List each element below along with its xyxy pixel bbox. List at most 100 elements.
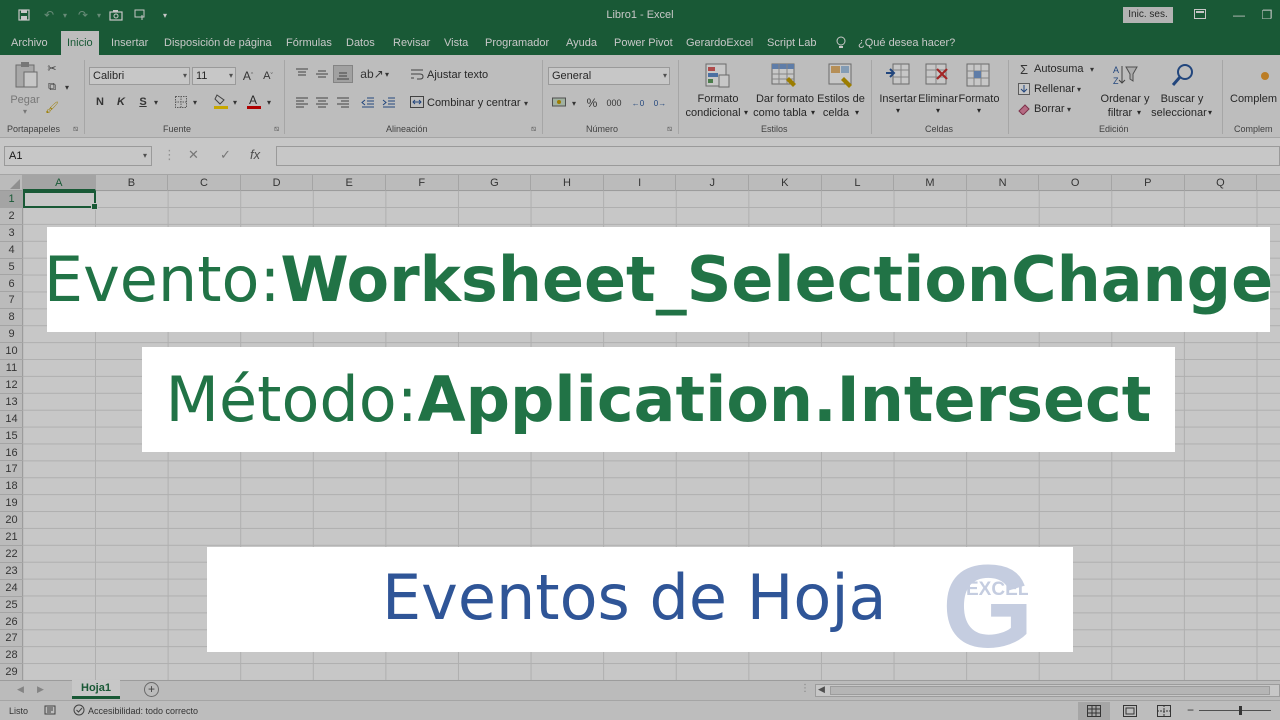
addins-button[interactable]: Complem xyxy=(1230,93,1277,105)
number-launcher-icon[interactable]: ⧅ xyxy=(667,124,672,134)
split-handle-icon[interactable]: ⋮ xyxy=(800,683,810,694)
align-top-icon[interactable] xyxy=(294,67,310,81)
row-header[interactable]: 8 xyxy=(0,309,23,327)
column-header[interactable]: G xyxy=(459,175,532,191)
row-header[interactable]: 13 xyxy=(0,394,23,411)
align-center-icon[interactable] xyxy=(314,95,330,109)
underline-button[interactable]: S xyxy=(136,94,150,110)
row-header[interactable]: 10 xyxy=(0,343,23,360)
decrease-indent-icon[interactable] xyxy=(360,95,376,109)
column-header[interactable]: H xyxy=(531,175,604,191)
conditional-format-label-2[interactable]: condicional xyxy=(683,106,743,120)
merge-dropdown-icon[interactable]: ▾ xyxy=(522,95,530,111)
format-cells-dropdown-icon[interactable]: ▾ xyxy=(974,104,984,118)
row-header[interactable]: 14 xyxy=(0,411,23,428)
align-left-icon[interactable] xyxy=(294,95,310,109)
scroll-left-icon[interactable]: ◀ xyxy=(17,684,24,695)
format-as-table-icon[interactable] xyxy=(771,63,797,89)
column-header[interactable]: K xyxy=(749,175,822,191)
row-header[interactable]: 4 xyxy=(0,242,23,259)
cancel-icon[interactable]: ✕ xyxy=(188,147,199,163)
sheet-tab-hoja1[interactable]: Hoja1 xyxy=(72,680,120,699)
zoom-slider[interactable] xyxy=(1199,706,1271,715)
tab-formulas[interactable]: Fórmulas xyxy=(286,31,332,55)
bold-button[interactable]: N xyxy=(93,94,107,110)
row-header[interactable]: 28 xyxy=(0,647,23,665)
zoom-out-icon[interactable]: − xyxy=(1187,703,1194,717)
font-name-combo[interactable]: Calibri ▾ xyxy=(89,67,190,85)
orientation-icon[interactable]: ab↗ xyxy=(360,66,383,82)
format-cells-icon[interactable] xyxy=(966,63,992,89)
normal-view-icon[interactable] xyxy=(1078,702,1110,720)
column-header[interactable]: L xyxy=(822,175,895,191)
fill-color-dropdown-icon[interactable]: ▾ xyxy=(231,94,239,110)
copy-dropdown-icon[interactable]: ▾ xyxy=(62,80,72,94)
tab-disposicion[interactable]: Disposición de página xyxy=(164,31,272,55)
row-header[interactable]: 3 xyxy=(0,225,23,242)
format-as-table-label-1[interactable]: Dar formato xyxy=(752,92,818,106)
tab-ayuda[interactable]: Ayuda xyxy=(566,31,597,55)
enter-icon[interactable]: ✓ xyxy=(220,147,231,163)
row-header[interactable]: 24 xyxy=(0,580,23,597)
conditional-format-label-1[interactable]: Formato xyxy=(685,92,751,106)
delete-cells-dropdown-icon[interactable]: ▾ xyxy=(933,104,943,118)
orientation-dropdown-icon[interactable]: ▾ xyxy=(383,66,391,82)
column-header[interactable]: M xyxy=(894,175,967,191)
row-header[interactable]: 15 xyxy=(0,428,23,445)
align-right-icon[interactable] xyxy=(335,95,351,109)
addins-icon[interactable] xyxy=(1258,69,1272,83)
italic-button[interactable]: K xyxy=(114,94,128,110)
delete-cells-icon[interactable] xyxy=(925,63,951,89)
font-color-dropdown-icon[interactable]: ▾ xyxy=(265,94,273,110)
active-cell-a1[interactable] xyxy=(23,191,98,210)
row-header[interactable]: 12 xyxy=(0,377,23,394)
find-select-icon[interactable] xyxy=(1170,63,1196,89)
underline-dropdown-icon[interactable]: ▾ xyxy=(152,94,160,110)
column-header[interactable]: O xyxy=(1039,175,1112,191)
find-select-dropdown-icon[interactable]: ▾ xyxy=(1205,106,1215,120)
name-box[interactable]: A1 ▾ xyxy=(4,146,152,166)
clear-button[interactable]: Borrar xyxy=(1034,103,1065,115)
row-header[interactable]: 16 xyxy=(0,445,23,462)
scroll-right-icon[interactable]: ▶ xyxy=(37,684,44,695)
cell-styles-dropdown-icon[interactable]: ▾ xyxy=(852,106,862,120)
column-header[interactable]: Q xyxy=(1185,175,1258,191)
select-all-corner[interactable] xyxy=(0,175,23,191)
row-header[interactable]: 9 xyxy=(0,326,23,344)
sort-filter-dropdown-icon[interactable]: ▾ xyxy=(1134,106,1144,120)
increase-indent-icon[interactable] xyxy=(381,95,397,109)
column-header[interactable]: I xyxy=(604,175,677,191)
accounting-format-icon[interactable] xyxy=(551,95,567,109)
row-header[interactable]: 7 xyxy=(0,292,23,310)
accessibility-icon[interactable] xyxy=(73,704,85,718)
wrap-text-button[interactable]: Ajustar texto xyxy=(427,69,488,81)
row-header[interactable]: 27 xyxy=(0,630,23,648)
accounting-dropdown-icon[interactable]: ▾ xyxy=(570,95,578,111)
align-bottom-icon[interactable] xyxy=(333,65,353,83)
merge-center-button[interactable]: Combinar y centrar xyxy=(427,97,521,109)
clipboard-launcher-icon[interactable]: ⧅ xyxy=(73,124,78,134)
row-header[interactable]: 23 xyxy=(0,563,23,580)
minimize-icon[interactable]: — xyxy=(1228,5,1250,25)
tab-gerardoexcel[interactable]: GerardoExcel xyxy=(686,31,753,55)
row-header[interactable]: 19 xyxy=(0,495,23,513)
row-header[interactable]: 21 xyxy=(0,529,23,546)
cell-styles-label-1[interactable]: Estilos de xyxy=(816,92,866,106)
scrollbar-thumb[interactable] xyxy=(830,686,1270,695)
row-header[interactable]: 20 xyxy=(0,512,23,529)
scroll-left-arrow-icon[interactable]: ◀ xyxy=(818,684,825,695)
sort-filter-label-1[interactable]: Ordenar y xyxy=(1098,92,1152,106)
sort-filter-icon[interactable]: AZ xyxy=(1112,63,1138,89)
font-color-icon[interactable]: A xyxy=(246,92,262,110)
paste-dropdown-icon[interactable]: ▾ xyxy=(18,105,32,119)
shrink-font-icon[interactable]: Aˇ xyxy=(261,68,275,84)
row-header[interactable]: 22 xyxy=(0,546,23,563)
tab-vista[interactable]: Vista xyxy=(444,31,468,55)
row-header[interactable]: 1 xyxy=(0,191,23,208)
cell-styles-label-2[interactable]: celda xyxy=(816,106,856,120)
page-layout-icon[interactable] xyxy=(1123,705,1137,719)
merge-center-icon[interactable] xyxy=(410,95,424,109)
add-sheet-icon[interactable]: + xyxy=(144,682,159,697)
column-header[interactable]: D xyxy=(241,175,314,191)
paste-icon[interactable] xyxy=(13,61,39,88)
